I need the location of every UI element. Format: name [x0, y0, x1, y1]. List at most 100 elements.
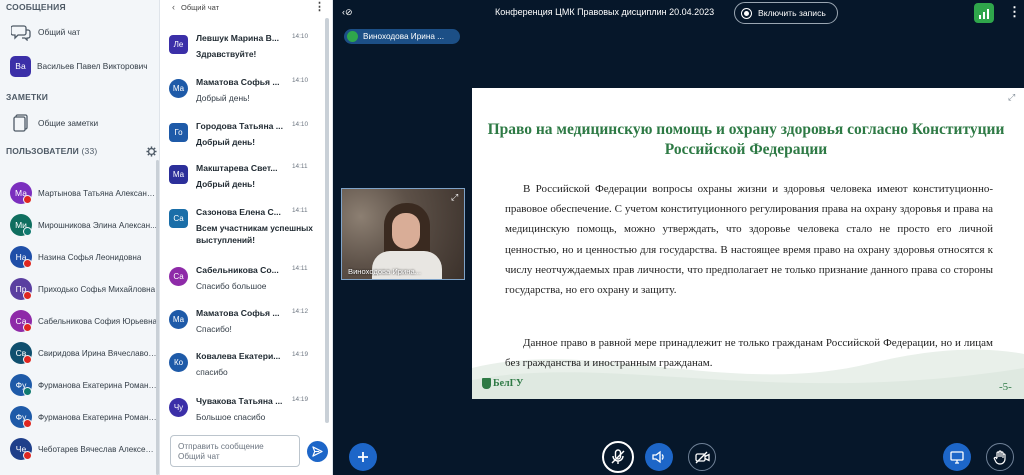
webcam-user-label: Виноходова Ирина...	[348, 267, 422, 276]
record-label: Включить запись	[758, 8, 826, 18]
message-text: Добрый день!	[196, 93, 250, 103]
chat-message-input[interactable]: Отправить сообщение Общий чат	[170, 435, 300, 467]
talking-indicator[interactable]: Виноходова Ирина ...	[344, 29, 460, 44]
sender-name: Макштарева Свет...	[196, 163, 278, 173]
avatar: На	[10, 246, 32, 268]
fullscreen-icon[interactable]: ⤢	[451, 192, 458, 203]
user-list-item[interactable]: Фу Фурманова Екатерина Романо...	[0, 370, 159, 400]
connection-status-icon[interactable]	[974, 3, 994, 23]
message-text: Добрый день!	[196, 137, 256, 147]
user-list-item[interactable]: Са Сабельникова София Юрьевна	[0, 306, 159, 336]
user-list-item[interactable]: Пр Приходько Софья Михайловна	[0, 274, 159, 304]
conference-title: Конференция ЦМК Правовых дисциплин 20.04…	[495, 7, 715, 17]
chat-header: ‹ Общий чат ⋮	[160, 0, 332, 14]
notes-icon	[10, 112, 32, 134]
webcam-video[interactable]: ⤢ Виноходова Ирина...	[341, 188, 465, 280]
camera-off-icon	[694, 451, 710, 463]
user-list-item[interactable]: На Назина Софья Леонидовна	[0, 242, 159, 272]
user-name: Сабельникова София Юрьевна	[38, 316, 158, 326]
message-time: 14:10	[292, 77, 308, 84]
avatar: Ко	[169, 353, 188, 372]
message-text: Большое спасибо	[196, 412, 266, 422]
avatar: Ма	[10, 182, 32, 204]
user-list-item[interactable]: Ми Мирошникова Элина Алексан...	[0, 210, 159, 240]
actions-button[interactable]	[349, 443, 377, 471]
hand-icon	[993, 449, 1006, 465]
presentation-area: ‹⊘ Конференция ЦМК Правовых дисциплин 20…	[334, 0, 1024, 475]
fullscreen-icon[interactable]: ⤢	[1008, 92, 1015, 103]
message-text: Всем участникам успешных выступлений!	[196, 223, 313, 245]
share-webcam-button[interactable]	[688, 443, 716, 471]
user-name: Назина Софья Леонидовна	[38, 252, 142, 262]
user-list-item[interactable]: Ма Мартынова Татьяна Александ...	[0, 178, 159, 208]
university-logo: БелГУ	[482, 375, 530, 391]
avatar: Са	[169, 267, 188, 286]
public-chat-item[interactable]: Общий чат	[0, 17, 159, 47]
chat-panel: ‹ Общий чат ⋮ Ле Левшук Марина В... 14:10 З…	[160, 0, 333, 475]
message-time: 14:10	[292, 33, 308, 40]
muted-icon	[23, 419, 32, 428]
shared-notes-item[interactable]: Общие заметки	[0, 108, 159, 138]
shared-notes-label: Общие заметки	[38, 118, 99, 128]
muted-icon	[23, 291, 32, 300]
message-time: 14:10	[292, 121, 308, 128]
user-list-item[interactable]	[0, 151, 159, 181]
presentation-slide: ⤢ Право на медицинскую помощь и охрану з…	[472, 88, 1024, 399]
chat-title: Общий чат	[181, 2, 220, 12]
chat-scrollbar[interactable]	[325, 18, 329, 423]
sidebar-scrollbar[interactable]	[156, 160, 159, 475]
message-time: 14:12	[292, 308, 308, 315]
microphone-icon	[347, 31, 358, 42]
user-name: Фурманова Екатерина Романо...	[38, 380, 158, 390]
logo-text: БелГУ	[493, 377, 524, 389]
record-button[interactable]: Включить запись	[734, 2, 838, 24]
collapse-panel-icon[interactable]: ‹⊘	[342, 7, 353, 18]
muted-icon	[23, 259, 32, 268]
message-time: 14:19	[292, 396, 308, 403]
avatar: Ма	[169, 310, 188, 329]
logo-shield-icon	[482, 377, 491, 389]
microphone-off-icon	[611, 449, 625, 464]
message-text: Спасибо!	[196, 324, 232, 334]
audio-button[interactable]	[645, 443, 673, 471]
options-menu-icon[interactable]: ⋮	[1008, 4, 1021, 20]
muted-icon	[23, 451, 32, 460]
sender-name: Городова Татьяна ...	[196, 121, 283, 131]
message-text: Здравствуйте!	[196, 49, 257, 59]
chevron-left-icon[interactable]: ‹	[172, 2, 175, 12]
sender-name: Сабельникова Со...	[196, 265, 279, 275]
messages-section-title: СООБЩЕНИЯ	[6, 2, 66, 12]
slide-paragraph-2: Данное право в равной мере принадлежит н…	[505, 337, 993, 370]
private-chat-item[interactable]: Ва Васильев Павел Викторович	[0, 51, 159, 81]
avatar: Фу	[10, 374, 32, 396]
user-list-sidebar: СООБЩЕНИЯ Общий чат Ва Васильев Павел Ви…	[0, 0, 160, 475]
avatar: Го	[169, 123, 188, 142]
speaker-icon	[652, 450, 664, 464]
raise-hand-button[interactable]	[986, 443, 1014, 471]
sender-name: Чувакова Татьяна ...	[196, 396, 283, 406]
user-list-item[interactable]: Св Свиридова Ирина Вячеславовна	[0, 338, 159, 368]
message-text: Добрый день!	[196, 179, 256, 189]
sender-name: Маматова Софья ...	[196, 77, 280, 87]
send-icon	[312, 446, 323, 457]
user-list-item[interactable]: Че Чеботарев Вячеслав Алексеев...	[0, 434, 159, 464]
listen-only-icon	[23, 227, 32, 236]
message-time: 14:11	[292, 163, 308, 170]
message-time: 14:19	[292, 351, 308, 358]
user-name: Фурманова Екатерина Романо...	[38, 412, 158, 422]
muted-icon	[23, 355, 32, 364]
message-time: 14:11	[292, 265, 308, 272]
mute-microphone-button[interactable]	[602, 441, 634, 473]
more-options-icon[interactable]: ⋮	[314, 0, 325, 13]
send-button[interactable]	[307, 441, 328, 462]
avatar: Са	[10, 310, 32, 332]
user-name: Мартынова Татьяна Александ...	[38, 188, 158, 198]
user-list-item[interactable]: Фу Фурманова Екатерина Романо...	[0, 402, 159, 432]
avatar: Ма	[169, 165, 188, 184]
public-chat-label: Общий чат	[38, 27, 81, 37]
slide-title: Право на медицинскую помощь и охрану здо…	[487, 121, 1005, 158]
avatar: Ва	[10, 55, 31, 77]
top-bar: ‹⊘ Конференция ЦМК Правовых дисциплин 20…	[334, 0, 1024, 28]
user-name: Мирошникова Элина Алексан...	[38, 220, 157, 230]
presentation-toggle-button[interactable]	[943, 443, 971, 471]
